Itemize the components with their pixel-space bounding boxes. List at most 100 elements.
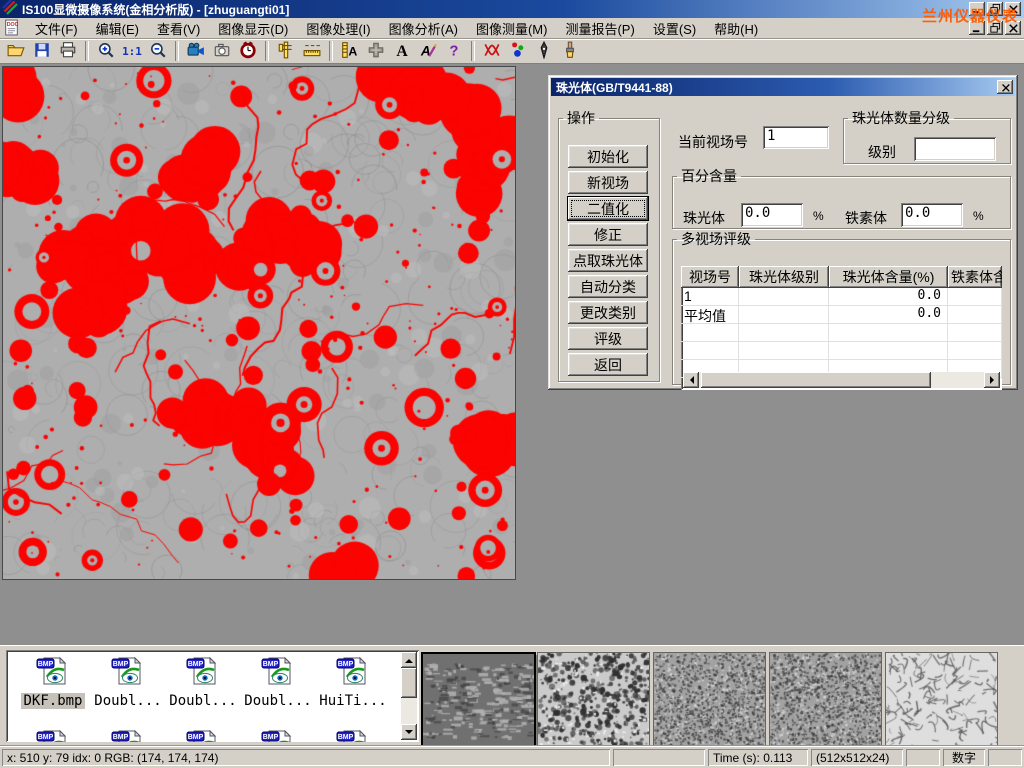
scroll-right-button[interactable] [984, 372, 1000, 388]
op-button-6[interactable]: 更改类别 [568, 301, 648, 324]
op-button-0[interactable]: 初始化 [568, 145, 648, 168]
classify-points-button[interactable] [505, 40, 531, 62]
pearlite-percent-input[interactable]: 0.0 [741, 203, 803, 227]
zoom-out-button[interactable] [145, 40, 171, 62]
file-item-4[interactable]: BMPHuiTi... [316, 655, 390, 710]
bmp-file-icon: BMP [241, 728, 315, 742]
app-icon[interactable] [2, 0, 18, 20]
dialog-close-button[interactable] [997, 80, 1013, 94]
scroll-down-button[interactable] [401, 724, 417, 740]
op-button-5[interactable]: 自动分类 [568, 275, 648, 298]
file-item-partial-1[interactable]: BMP [91, 728, 165, 742]
document-icon[interactable]: DOC [3, 19, 21, 37]
menu-item-7[interactable]: 测量报告(P) [556, 19, 643, 38]
scrollbar-thumb[interactable] [701, 372, 931, 388]
table-row[interactable]: 平均值0.0 [681, 306, 1002, 324]
table-cell [739, 324, 829, 341]
file-item-partial-0[interactable]: BMP [16, 728, 90, 742]
table-horizontal-scrollbar[interactable] [683, 372, 1000, 388]
video-camera-button[interactable] [183, 40, 209, 62]
current-field-input[interactable]: 1 [763, 126, 829, 149]
menu-item-1[interactable]: 编辑(E) [87, 19, 148, 38]
file-name: Doubl... [242, 693, 313, 709]
text-annotation-button[interactable]: A [389, 40, 415, 62]
file-list: BMPDKF.bmpBMPDoubl...BMPDoubl...BMPDoubl… [6, 650, 419, 742]
sample-thumbnail-4[interactable] [885, 652, 998, 746]
help-button[interactable]: ? [441, 40, 467, 62]
menu-item-6[interactable]: 图像测量(M) [467, 19, 557, 38]
menu-item-8[interactable]: 设置(S) [644, 19, 705, 38]
scroll-left-button[interactable] [683, 372, 699, 388]
table-cell [948, 288, 1002, 305]
menu-item-0[interactable]: 文件(F) [26, 19, 87, 38]
table-header-1[interactable]: 珠光体级别 [739, 266, 829, 288]
op-button-8[interactable]: 返回 [568, 353, 648, 376]
save-button[interactable] [29, 40, 55, 62]
sample-thumbnail-3[interactable] [769, 652, 882, 746]
zoom-out-icon [149, 41, 167, 62]
file-name: HuiTi... [317, 693, 388, 709]
op-button-1[interactable]: 新视场 [568, 171, 648, 194]
file-item-partial-2[interactable]: BMP [166, 728, 240, 742]
micrograph-image[interactable] [2, 66, 516, 580]
print-button[interactable] [55, 40, 81, 62]
curve-tool-button[interactable] [479, 40, 505, 62]
op-button-4[interactable]: 点取珠光体 [568, 249, 648, 272]
open-file-button[interactable] [3, 40, 29, 62]
table-header-0[interactable]: 视场号 [681, 266, 739, 288]
file-list-scrollbar[interactable] [401, 652, 417, 740]
file-item-1[interactable]: BMPDoubl... [91, 655, 165, 710]
file-item-3[interactable]: BMPDoubl... [241, 655, 315, 710]
percent-group: 百分含量 珠光体 0.0 % 铁素体 0.0 % [672, 170, 1011, 229]
ferrite-percent-input[interactable]: 0.0 [901, 203, 963, 227]
table-row[interactable] [681, 342, 1002, 360]
window-minimize-button[interactable] [969, 2, 985, 16]
menu-item-2[interactable]: 查看(V) [148, 19, 209, 38]
mdi-close-button[interactable] [1005, 21, 1021, 35]
sample-thumbnail-2[interactable] [653, 652, 766, 746]
menu-item-4[interactable]: 图像处理(I) [297, 19, 379, 38]
ruler-horizontal-button[interactable] [299, 40, 325, 62]
measure-label-icon: A [341, 41, 359, 62]
scroll-up-button[interactable] [401, 652, 417, 668]
window-restore-button[interactable] [987, 2, 1003, 16]
table-row[interactable]: 10.0 [681, 288, 1002, 306]
table-header-2[interactable]: 珠光体含量(%) [829, 266, 948, 288]
scrollbar-thumb[interactable] [401, 668, 417, 698]
bmp-file-icon: BMP [241, 655, 315, 692]
timer-clock-button[interactable] [235, 40, 261, 62]
bmp-file-icon: BMP [166, 655, 240, 692]
window-close-button[interactable] [1005, 2, 1021, 16]
menu-item-9[interactable]: 帮助(H) [705, 19, 767, 38]
svg-text:BMP: BMP [188, 661, 204, 668]
table-cell [829, 324, 948, 341]
caliper-vertical-button[interactable] [273, 40, 299, 62]
file-item-partial-4[interactable]: BMP [316, 728, 390, 742]
file-item-0[interactable]: BMPDKF.bmp [16, 655, 90, 710]
op-button-3[interactable]: 修正 [568, 223, 648, 246]
toolbar-separator [85, 41, 89, 61]
sample-thumbnail-1[interactable] [537, 652, 650, 746]
table-header-3[interactable]: 铁素体含量(%) [948, 266, 1002, 288]
image-merge-button[interactable] [363, 40, 389, 62]
sample-thumbnail-0[interactable] [421, 652, 536, 748]
pen-tool-button[interactable] [531, 40, 557, 62]
brush-tool-button[interactable] [557, 40, 583, 62]
zoom-in-button[interactable] [93, 40, 119, 62]
ferrite-label: 铁素体 [845, 208, 887, 228]
grading-group: 珠光体数量分级 级别 [843, 112, 1011, 164]
op-button-7[interactable]: 评级 [568, 327, 648, 350]
mdi-restore-button[interactable] [987, 21, 1003, 35]
menu-item-3[interactable]: 图像显示(D) [209, 19, 297, 38]
table-row[interactable] [681, 324, 1002, 342]
capture-camera-button[interactable] [209, 40, 235, 62]
mdi-minimize-button[interactable] [969, 21, 985, 35]
file-item-2[interactable]: BMPDoubl... [166, 655, 240, 710]
op-button-2[interactable]: 二值化 [568, 197, 648, 220]
actual-size-button[interactable]: 1:1 [119, 40, 145, 62]
file-item-partial-3[interactable]: BMP [241, 728, 315, 742]
level-input[interactable] [914, 137, 996, 161]
measure-label-button[interactable]: A [337, 40, 363, 62]
edit-annotation-button[interactable]: A [415, 40, 441, 62]
menu-item-5[interactable]: 图像分析(A) [380, 19, 467, 38]
